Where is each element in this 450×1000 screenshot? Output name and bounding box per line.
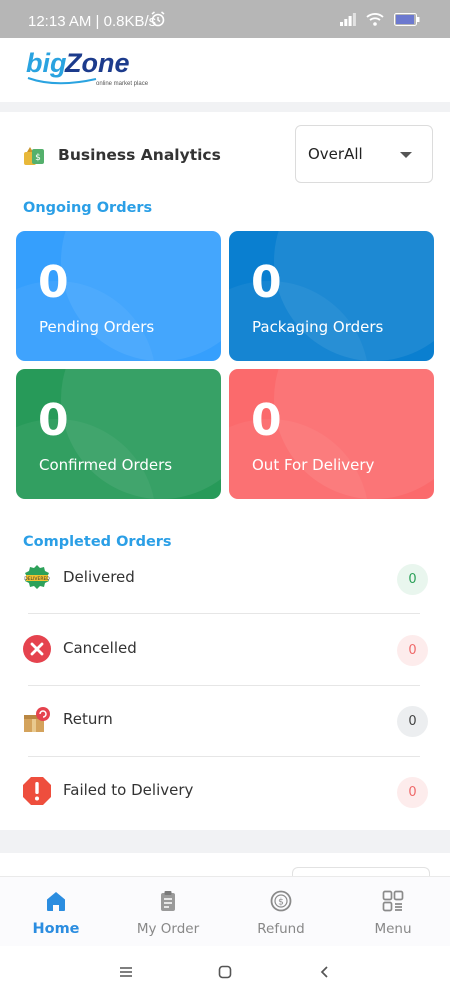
failed-count-badge: 0 [397, 777, 428, 808]
logo-swoosh-icon [27, 77, 97, 85]
card-count: 0 [251, 395, 282, 446]
home-button-icon[interactable] [218, 964, 232, 983]
money-bag-icon: $ [22, 143, 46, 167]
refund-icon: $ [269, 889, 293, 913]
return-count-badge: 0 [397, 706, 428, 737]
business-analytics-title: Business Analytics [58, 146, 221, 164]
grid-menu-icon [381, 889, 405, 913]
card-count: 0 [251, 257, 282, 308]
pending-orders-card[interactable]: 0 Pending Orders [16, 231, 221, 361]
business-analytics-row: $ Business Analytics OverAll [22, 124, 434, 184]
list-item-label: Cancelled [63, 639, 137, 657]
clipboard-icon [156, 889, 180, 913]
wifi-icon [366, 12, 384, 30]
return-box-icon [22, 705, 52, 735]
divider [28, 756, 420, 757]
bigzone-logo[interactable]: big Zone online market place [26, 46, 156, 96]
bottom-navigation: Home My Order $ Refund Menu [0, 876, 450, 946]
card-count: 0 [38, 257, 69, 308]
analytics-filter-dropdown[interactable]: OverAll [295, 125, 433, 183]
svg-text:DELIVERED: DELIVERED [24, 576, 50, 582]
confirmed-orders-card[interactable]: 0 Confirmed Orders [16, 369, 221, 499]
packaging-orders-card[interactable]: 0 Packaging Orders [229, 231, 434, 361]
card-label: Confirmed Orders [39, 456, 173, 474]
nav-home[interactable]: Home [0, 877, 112, 947]
svg-text:$: $ [278, 898, 284, 908]
nav-menu[interactable]: Menu [337, 877, 449, 947]
nav-my-order[interactable]: My Order [112, 877, 224, 947]
app-header: big Zone online market place [0, 38, 450, 102]
card-label: Out For Delivery [252, 456, 375, 474]
status-bar: 12:13 AM | 0.8KB/s [0, 0, 450, 38]
cancel-icon [22, 634, 52, 664]
nav-label: Refund [257, 921, 305, 937]
list-item-label: Return [63, 710, 113, 728]
system-navigation-bar [0, 946, 450, 1000]
out-for-delivery-card[interactable]: 0 Out For Delivery [229, 369, 434, 499]
completed-orders-title: Completed Orders [23, 534, 172, 550]
chevron-down-icon [400, 152, 412, 158]
status-time: 12:13 AM | 0.8KB/s [28, 13, 157, 30]
warning-octagon-icon [22, 776, 52, 806]
logo-zone-text: Zone [65, 48, 130, 78]
delivered-icon: DELIVERED [22, 563, 52, 593]
card-count: 0 [38, 395, 69, 446]
list-item-return[interactable]: Return 0 [22, 700, 428, 740]
battery-icon [394, 12, 420, 30]
card-label: Packaging Orders [252, 318, 384, 336]
home-icon [44, 889, 68, 913]
cancelled-count-badge: 0 [397, 635, 428, 666]
list-item-label: Failed to Delivery [63, 781, 194, 799]
list-item-cancelled[interactable]: Cancelled 0 [22, 629, 428, 669]
list-item-label: Delivered [63, 568, 135, 586]
list-item-failed-delivery[interactable]: Failed to Delivery 0 [22, 771, 428, 811]
logo-tagline: online market place [96, 81, 149, 87]
nav-refund[interactable]: $ Refund [225, 877, 337, 947]
analytics-filter-value: OverAll [308, 145, 363, 163]
divider [28, 685, 420, 686]
next-section-peek [0, 853, 450, 887]
alarm-icon [150, 11, 166, 31]
card-label: Pending Orders [39, 318, 155, 336]
logo-big-text: big [26, 48, 67, 78]
svg-text:$: $ [35, 153, 41, 163]
nav-label: My Order [136, 921, 200, 937]
dashboard-panel: $ Business Analytics OverAll Ongoing Ord… [0, 112, 450, 830]
nav-label: Home [32, 921, 80, 937]
back-icon[interactable] [318, 964, 332, 983]
nav-label: Menu [374, 921, 412, 937]
ongoing-orders-title: Ongoing Orders [23, 200, 153, 216]
recent-apps-icon[interactable] [119, 964, 133, 983]
list-item-delivered[interactable]: DELIVERED Delivered 0 [22, 558, 428, 598]
divider [28, 613, 420, 614]
delivered-count-badge: 0 [397, 564, 428, 595]
signal-icon [340, 12, 356, 30]
